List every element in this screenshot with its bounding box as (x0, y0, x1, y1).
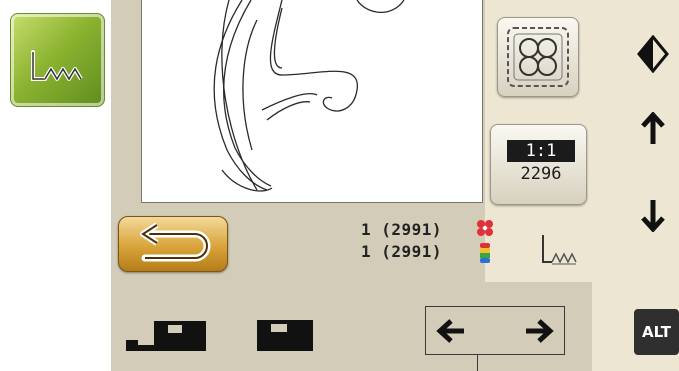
embroidery-design-preview (213, 0, 405, 192)
design-counter: 1 (2991) (361, 220, 443, 239)
stitch-button[interactable] (10, 13, 105, 107)
color-counter: 1 (2991) (361, 242, 443, 261)
stitch-pattern-icon (31, 50, 83, 81)
alt-button[interactable]: ALT (634, 309, 679, 355)
arrow-left-icon[interactable] (436, 318, 466, 344)
arrow-up-icon[interactable] (640, 112, 666, 146)
arrow-down-icon[interactable] (640, 198, 666, 232)
arrow-connector-line (477, 355, 478, 371)
hoop-layout-button[interactable] (497, 17, 579, 97)
back-button[interactable] (118, 216, 228, 272)
scale-ratio: 1:1 (507, 140, 575, 162)
return-arrow-icon (140, 222, 211, 262)
embroidery-canvas[interactable] (141, 0, 483, 203)
arrow-right-icon[interactable] (524, 318, 554, 344)
mirror-flip-icon[interactable] (637, 35, 669, 73)
thread-spool-icon (480, 243, 490, 263)
presser-foot-down-icon[interactable] (255, 316, 317, 354)
stitch-small-icon (542, 235, 577, 265)
flower-icon (477, 220, 493, 236)
presser-foot-up-icon[interactable] (124, 315, 210, 355)
hoop-layout-icon (507, 27, 569, 87)
stitch-count: 2296 (520, 164, 562, 184)
